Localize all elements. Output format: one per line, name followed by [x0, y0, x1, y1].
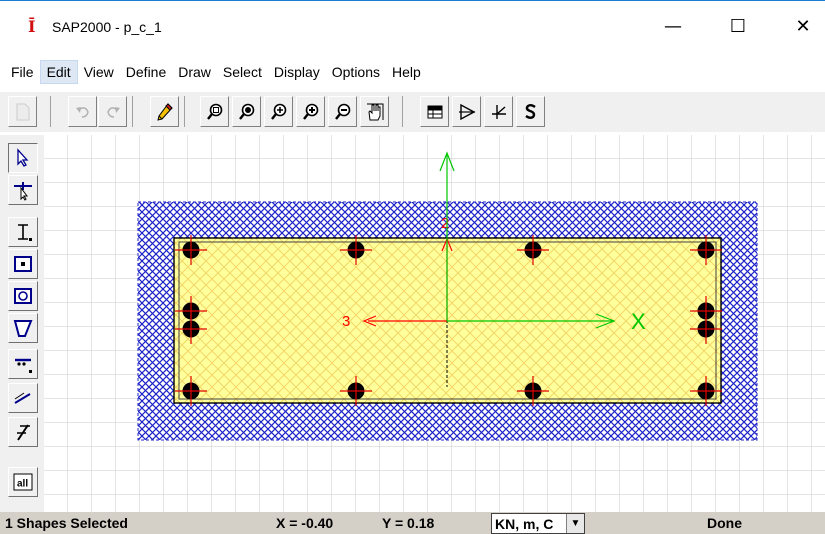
menu-help[interactable]: Help	[386, 61, 427, 83]
menu-select[interactable]: Select	[217, 61, 268, 83]
zoom-restore-button[interactable]	[232, 96, 261, 127]
menu-options[interactable]: Options	[326, 61, 386, 83]
minimize-button[interactable]: —	[650, 11, 696, 41]
menu-define[interactable]: Define	[120, 61, 172, 83]
i-section-icon	[18, 224, 32, 241]
zoom-window-icon	[206, 103, 222, 120]
select-all-button[interactable]: all	[8, 467, 38, 497]
reference-line-button[interactable]	[8, 417, 38, 447]
line-draw-button[interactable]	[8, 383, 38, 413]
chevron-down-icon[interactable]: ▼	[566, 514, 584, 533]
reshape-pointer-icon	[14, 182, 32, 201]
zoom-restore-icon	[238, 103, 254, 120]
zoom-pan-icon	[270, 103, 286, 120]
undo-icon	[75, 106, 89, 118]
section-properties-button[interactable]	[452, 96, 481, 127]
polygon-section-icon	[13, 320, 33, 337]
pan-button[interactable]	[360, 96, 389, 127]
zoom-window-button[interactable]	[200, 96, 229, 127]
line-draw-icon	[14, 392, 31, 404]
new-button[interactable]	[8, 96, 37, 127]
rebar-line-button[interactable]	[8, 349, 38, 379]
menu-bar: File Edit View Define Draw Select Displa…	[0, 58, 825, 86]
done-status: Done	[707, 515, 742, 531]
circle-section-button[interactable]	[8, 281, 38, 311]
section-properties-icon	[458, 103, 475, 120]
i-section-button[interactable]	[8, 217, 38, 247]
pan-hand-icon	[366, 103, 383, 120]
new-icon	[16, 103, 29, 120]
units-value: KN, m, C	[495, 515, 554, 532]
minimize-icon: —	[664, 15, 682, 37]
side-toolbar: all	[0, 135, 44, 512]
table-icon	[427, 105, 442, 118]
polygon-section-button[interactable]	[8, 313, 38, 343]
s-icon	[524, 103, 536, 119]
axes-icon	[491, 104, 506, 119]
reference-line-icon	[17, 424, 30, 441]
rectangle-section-icon	[14, 256, 32, 272]
zoom-out-button[interactable]	[328, 96, 357, 127]
pointer-button[interactable]	[8, 143, 38, 173]
maximize-button[interactable]: ☐	[715, 11, 761, 41]
x-coordinate-readout: X = -0.40	[276, 515, 334, 531]
toolbar-separator	[184, 96, 185, 127]
rebar-line-icon	[15, 358, 32, 373]
global-axis-x-label: X	[631, 309, 646, 334]
toolbar-separator	[132, 96, 133, 127]
zoom-in-button[interactable]	[296, 96, 325, 127]
local-axis-2-label: 2	[441, 215, 449, 232]
redo-button[interactable]	[98, 96, 127, 127]
pencil-icon	[156, 102, 173, 121]
local-axis-3-label: 3	[342, 313, 350, 330]
reshape-pointer-button[interactable]	[8, 175, 38, 205]
y-coordinate-readout: Y = 0.18	[382, 515, 435, 531]
menu-display[interactable]: Display	[268, 61, 326, 83]
main-toolbar	[0, 92, 825, 132]
draw-pencil-button[interactable]	[150, 96, 179, 127]
circle-section-icon	[14, 288, 32, 304]
undo-button[interactable]	[68, 96, 97, 127]
s-button[interactable]	[516, 96, 545, 127]
title-bar: Ī SAP2000 - p_c_1 — ☐ ✕	[0, 0, 825, 54]
menu-view[interactable]: View	[78, 61, 120, 83]
selection-status: 1 Shapes Selected	[5, 515, 128, 531]
window-title: SAP2000 - p_c_1	[52, 19, 162, 35]
menu-draw[interactable]: Draw	[172, 61, 217, 83]
drawing-canvas[interactable]: 2 3 X	[44, 135, 825, 512]
menu-file[interactable]: File	[5, 61, 40, 83]
axes-button[interactable]	[484, 96, 513, 127]
toolbar-separator	[402, 96, 403, 127]
table-button[interactable]	[420, 96, 449, 127]
units-dropdown[interactable]: KN, m, C ▼	[491, 513, 585, 534]
zoom-in-icon	[302, 103, 318, 120]
close-button[interactable]: ✕	[780, 11, 825, 41]
status-bar: 1 Shapes Selected X = -0.40 Y = 0.18 KN,…	[0, 512, 825, 534]
maximize-icon: ☐	[729, 15, 747, 37]
rectangle-section-button[interactable]	[8, 249, 38, 279]
menu-edit[interactable]: Edit	[39, 60, 78, 84]
sap2000-app-icon: Ī	[28, 17, 36, 36]
redo-icon	[106, 106, 120, 118]
select-all-label: all	[17, 479, 28, 490]
zoom-out-icon	[334, 103, 350, 120]
zoom-pan-button[interactable]	[264, 96, 293, 127]
toolbar-separator	[50, 96, 51, 127]
select-all-icon: all	[13, 473, 33, 491]
pointer-icon	[17, 148, 29, 167]
close-icon: ✕	[795, 15, 811, 37]
